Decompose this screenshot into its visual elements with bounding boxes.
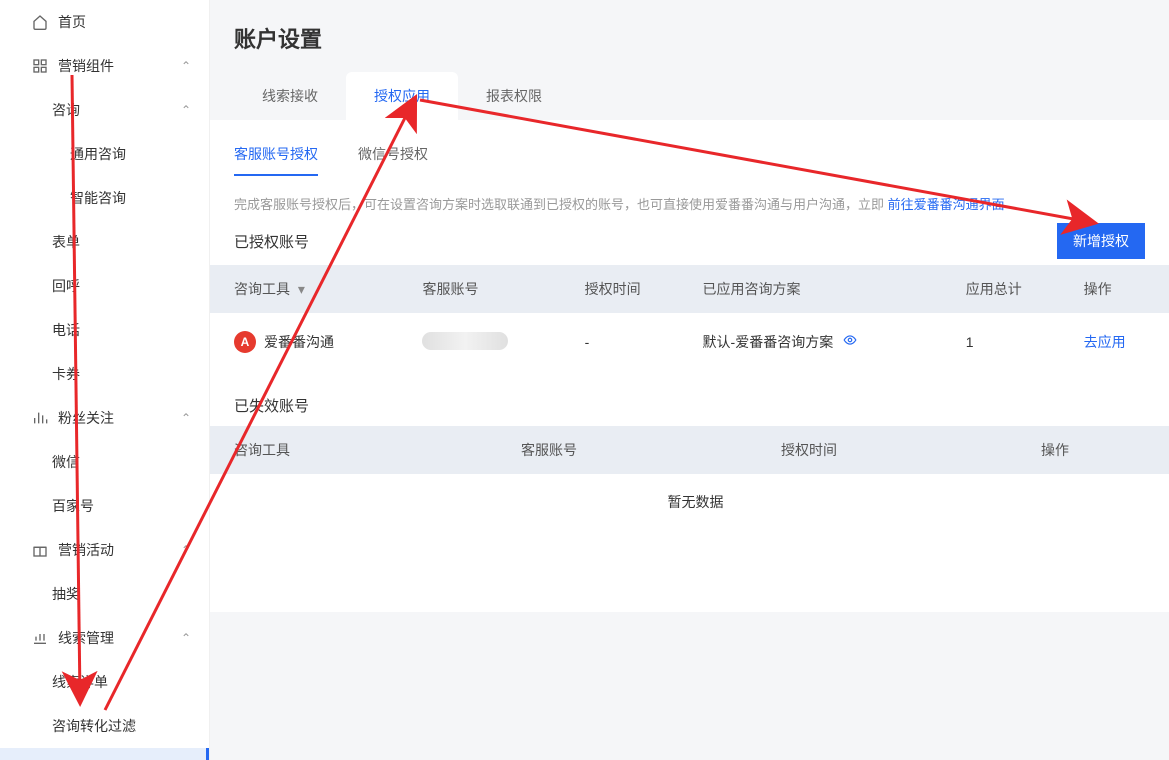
col-tool-2: 咨询工具 (210, 426, 509, 474)
sidebar-item-phone[interactable]: 电话 (0, 308, 209, 352)
tab-leads-receive[interactable]: 线索接收 (234, 72, 346, 120)
sidebar-item-label: 线索管理 (58, 628, 193, 648)
eye-icon[interactable] (843, 334, 857, 350)
col-tool[interactable]: 咨询工具 ▾ (210, 265, 410, 313)
sidebar-item-label: 回呼 (52, 276, 193, 296)
sidebar-item-label: 咨询转化过滤 (52, 716, 193, 736)
sidebar-item-smart-consult[interactable]: 智能咨询 (0, 176, 209, 220)
sidebar-item-account-settings[interactable]: 账户设置 (0, 748, 209, 760)
sidebar-item-label: 电话 (52, 320, 193, 340)
table-row: A 爱番番沟通 - 默认-爱番番咨询方案 (210, 313, 1169, 371)
sidebar-item-label: 首页 (58, 12, 193, 32)
sidebar-item-label: 表单 (52, 232, 193, 252)
auth-time-cell: - (573, 313, 691, 371)
col-action-2: 操作 (1029, 426, 1169, 474)
sidebar-item-callback[interactable]: 回呼 (0, 264, 209, 308)
sidebar-item-consult[interactable]: 咨询 ⌃ (0, 88, 209, 132)
sidebar-item-label: 通用咨询 (70, 144, 193, 164)
tool-name: 爱番番沟通 (264, 332, 334, 352)
sidebar-item-consult-filter[interactable]: 咨询转化过滤 (0, 704, 209, 748)
section-authorized-title: 已授权账号 (234, 231, 309, 252)
chevron-up-icon: ⌃ (181, 103, 191, 117)
apply-link[interactable]: 去应用 (1084, 334, 1126, 350)
empty-text: 暂无数据 (210, 474, 1169, 530)
sidebar-item-label: 百家号 (52, 496, 193, 516)
add-authorization-button[interactable]: 新增授权 (1057, 223, 1145, 259)
sidebar-item-general-consult[interactable]: 通用咨询 (0, 132, 209, 176)
col-account-2: 客服账号 (509, 426, 769, 474)
bars-icon (32, 410, 48, 426)
invalid-table: 咨询工具 客服账号 授权时间 操作 暂无数据 (210, 426, 1169, 530)
col-plan: 已应用咨询方案 (691, 265, 954, 313)
sidebar-item-label: 卡券 (52, 364, 193, 384)
masked-account (422, 332, 508, 350)
tab-service-account-auth[interactable]: 客服账号授权 (234, 134, 318, 176)
sidebar-item-leads[interactable]: 线索管理 ⌃ (0, 616, 209, 660)
count-cell: 1 (954, 313, 1072, 371)
hint-link[interactable]: 前往爱番番沟通界面 (888, 197, 1005, 212)
gift-icon (32, 542, 48, 558)
filter-icon[interactable]: ▾ (298, 281, 305, 297)
page-title: 账户设置 (210, 0, 1169, 72)
chart-icon (32, 630, 48, 646)
authorized-table: 咨询工具 ▾ 客服账号 授权时间 已应用咨询方案 应用总计 操作 (210, 265, 1169, 371)
empty-row: 暂无数据 (210, 474, 1169, 530)
col-auth-time: 授权时间 (573, 265, 691, 313)
sidebar-item-wechat[interactable]: 微信 (0, 440, 209, 484)
sidebar-item-lottery[interactable]: 抽奖 (0, 572, 209, 616)
sidebar-item-label: 抽奖 (52, 584, 193, 604)
section-invalid-title: 已失效账号 (210, 371, 1169, 426)
chevron-up-icon: ⌃ (181, 59, 191, 73)
sidebar-item-coupon[interactable]: 卡券 (0, 352, 209, 396)
tab-report-permission[interactable]: 报表权限 (458, 72, 570, 120)
sidebar-item-label: 微信 (52, 452, 193, 472)
sidebar-item-marketing-components[interactable]: 营销组件 ⌃ (0, 44, 209, 88)
main-content: 账户设置 线索接收 授权应用 报表权限 客服账号授权 微信号授权 完成客服账号授… (210, 0, 1169, 760)
plan-name: 默认-爱番番咨询方案 (703, 334, 834, 350)
sidebar-item-home[interactable]: 首页 (0, 0, 209, 44)
grid-icon (32, 58, 48, 74)
sidebar-item-label: 营销组件 (58, 56, 193, 76)
sidebar-item-label: 线索详单 (52, 672, 193, 692)
settings-panel: 线索接收 授权应用 报表权限 客服账号授权 微信号授权 完成客服账号授权后，可在… (210, 72, 1169, 612)
tabs-primary: 线索接收 授权应用 报表权限 (210, 72, 1169, 120)
sidebar-item-lead-detail[interactable]: 线索详单 (0, 660, 209, 704)
col-auth-time-2: 授权时间 (769, 426, 1029, 474)
col-count: 应用总计 (954, 265, 1072, 313)
col-action: 操作 (1072, 265, 1169, 313)
sidebar: 首页 营销组件 ⌃ 咨询 ⌃ 通用咨询 智能咨询 表单 回呼 电话 卡券 (0, 0, 210, 760)
sidebar-item-baijiahao[interactable]: 百家号 (0, 484, 209, 528)
sidebar-item-label: 智能咨询 (70, 188, 193, 208)
sidebar-item-form[interactable]: 表单 (0, 220, 209, 264)
col-account: 客服账号 (410, 265, 572, 313)
hint-text: 完成客服账号授权后，可在设置咨询方案时选取联通到已授权的账号，也可直接使用爱番番… (210, 176, 1169, 217)
tabs-secondary: 客服账号授权 微信号授权 (210, 120, 1169, 176)
chevron-up-icon: ⌃ (181, 411, 191, 425)
sidebar-item-marketing-activity[interactable]: 营销活动 ⌃ (0, 528, 209, 572)
col-tool-label: 咨询工具 (234, 281, 290, 297)
sidebar-item-fans[interactable]: 粉丝关注 ⌃ (0, 396, 209, 440)
home-icon (32, 14, 48, 30)
sidebar-item-label: 咨询 (52, 100, 193, 120)
chevron-up-icon: ⌃ (181, 631, 191, 645)
hint-prefix: 完成客服账号授权后，可在设置咨询方案时选取联通到已授权的账号，也可直接使用爱番番… (234, 197, 888, 212)
tab-wechat-auth[interactable]: 微信号授权 (358, 134, 428, 176)
chevron-up-icon: ⌃ (181, 543, 191, 557)
tool-avatar-icon: A (234, 331, 256, 353)
sidebar-item-label: 营销活动 (58, 540, 193, 560)
tab-authorize-app[interactable]: 授权应用 (346, 72, 458, 120)
sidebar-item-label: 粉丝关注 (58, 408, 193, 428)
